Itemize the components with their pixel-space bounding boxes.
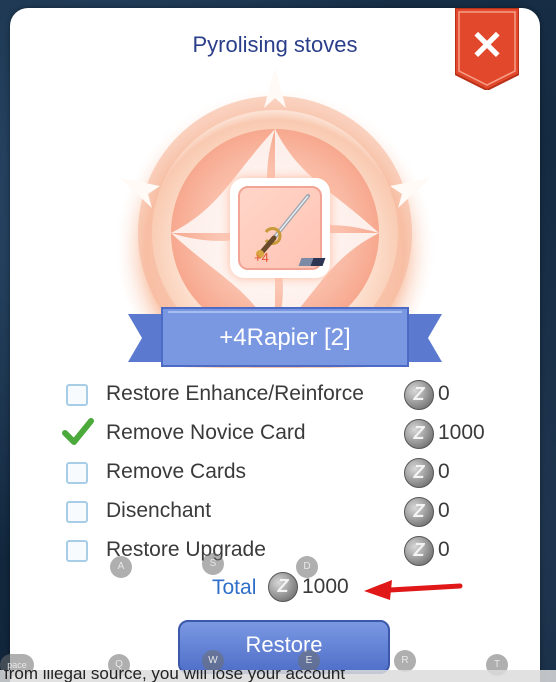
item-slot: +4	[230, 178, 330, 278]
key-hint-s: S	[202, 553, 224, 575]
checkmark-icon	[62, 418, 94, 445]
total-value: 1000	[302, 575, 349, 598]
option-label: Remove Novice Card	[106, 421, 306, 444]
option-checkbox[interactable]	[66, 540, 88, 562]
option-checkbox[interactable]	[66, 501, 88, 523]
close-button[interactable]: ✕	[455, 8, 519, 90]
option-checkbox[interactable]	[66, 384, 88, 406]
option-row[interactable]: Restore Enhance/Reinforce Z 0	[66, 380, 506, 410]
annotation-arrow-icon	[364, 580, 463, 600]
key-hint-r: R	[394, 650, 416, 672]
option-row[interactable]: Remove Novice Card Z 1000	[62, 418, 506, 449]
card-slot-indicator	[298, 258, 326, 266]
chat-bar: from illegal source, you will lose your …	[0, 670, 556, 682]
zeny-coin-icon: Z	[268, 572, 298, 602]
option-cost: 0	[438, 538, 450, 561]
refine-level: +4	[254, 250, 269, 265]
option-cost: 0	[438, 499, 450, 522]
key-hint-e: E	[298, 650, 320, 672]
zeny-coin-icon: Z	[404, 458, 434, 488]
option-cost: 1000	[438, 421, 485, 444]
option-cost: 0	[438, 460, 450, 483]
item-name: +4Rapier [2]	[219, 324, 351, 351]
zeny-coin-icon: Z	[404, 497, 434, 527]
option-row[interactable]: Remove Cards Z 0	[66, 458, 506, 488]
chat-message: from illegal source, you will lose your …	[4, 670, 346, 682]
option-label: Restore Enhance/Reinforce	[106, 382, 364, 405]
option-checkbox[interactable]	[66, 462, 88, 484]
option-row[interactable]: Disenchant Z 0	[66, 497, 506, 527]
zeny-coin-icon: Z	[404, 380, 434, 410]
total-label: Total	[212, 576, 257, 599]
key-hint-a: A	[110, 556, 132, 578]
key-hint-d: D	[296, 556, 318, 578]
zeny-coin-icon: Z	[404, 419, 434, 449]
option-checkbox[interactable]	[62, 418, 94, 445]
option-label: Remove Cards	[106, 460, 247, 483]
rapier-sword-icon	[256, 194, 310, 258]
option-cost: 0	[438, 382, 450, 405]
option-label: Restore Upgrade	[106, 538, 266, 561]
key-hint-w: W	[202, 650, 224, 672]
option-row[interactable]: Restore Upgrade Z 0	[66, 536, 506, 566]
option-label: Disenchant	[106, 499, 212, 522]
zeny-coin-icon: Z	[404, 536, 434, 566]
close-icon: ✕	[470, 24, 504, 68]
pyrolising-dialog: Pyrolising stoves ✕ +4 +4Rapier [2] Rest…	[10, 8, 540, 682]
